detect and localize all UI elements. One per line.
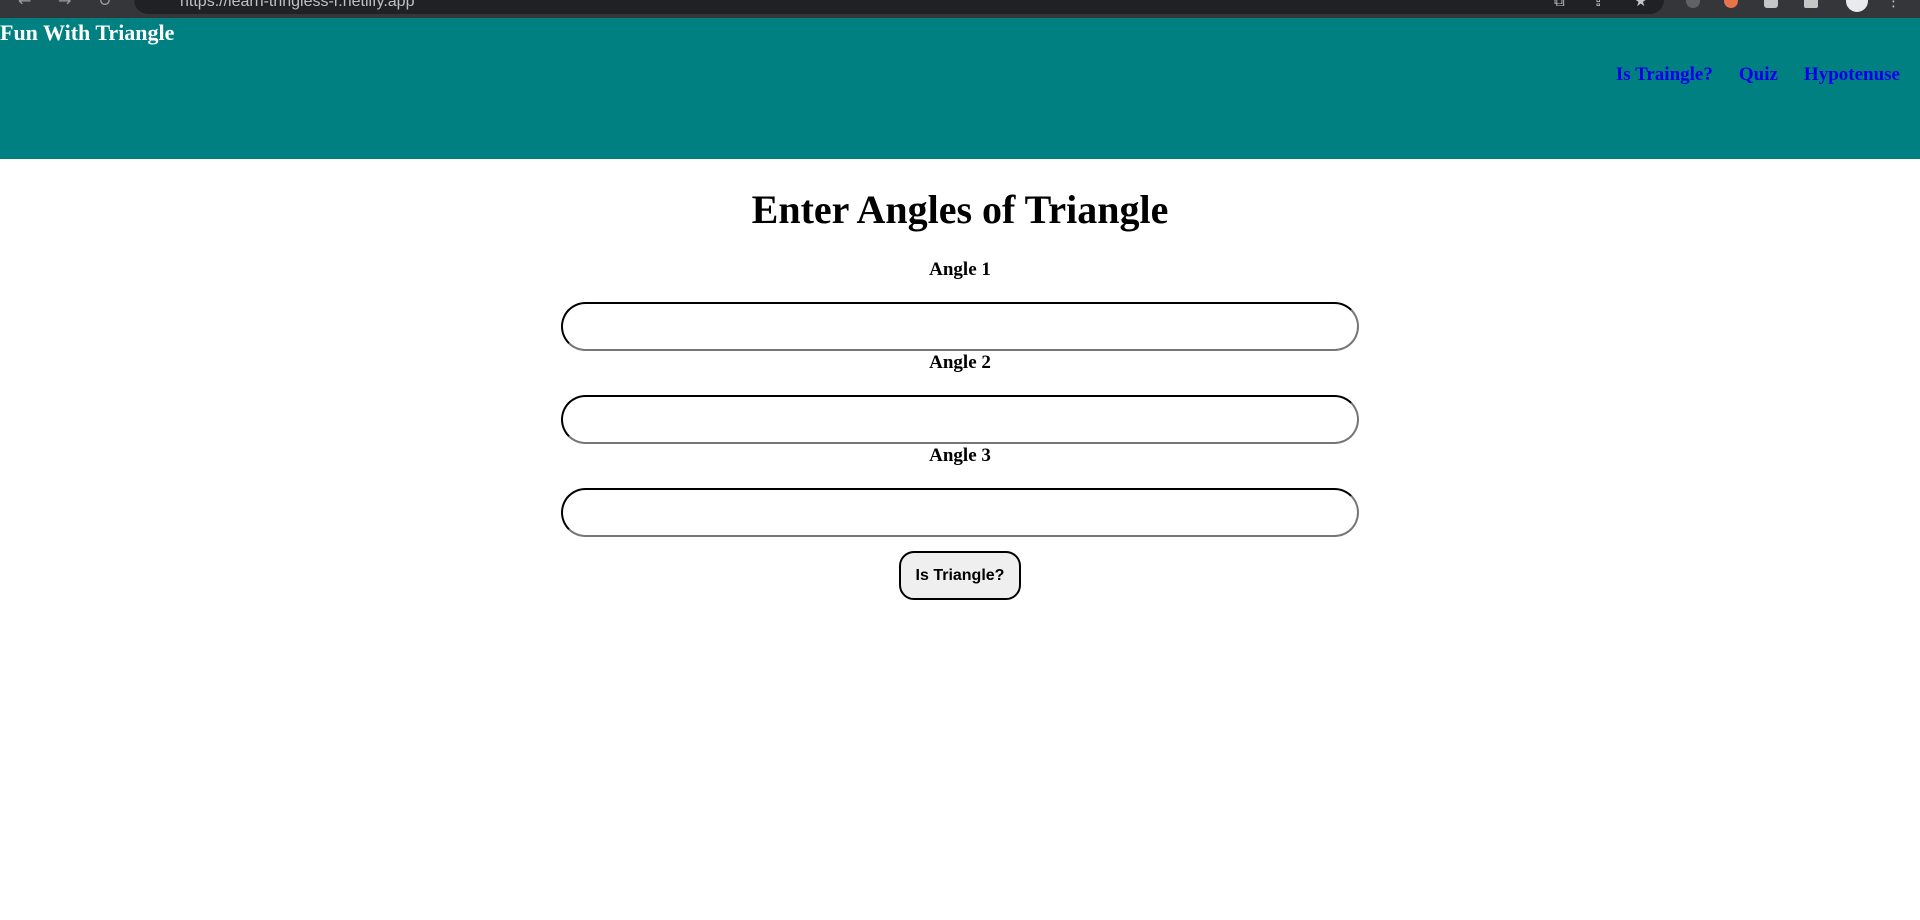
avatar[interactable] (1846, 0, 1868, 12)
angle-3-input[interactable] (561, 488, 1359, 537)
forward-icon[interactable]: → (58, 0, 71, 9)
nav-link-quiz[interactable]: Quiz (1739, 64, 1778, 86)
is-triangle-button[interactable]: Is Triangle? (899, 551, 1021, 600)
angle-1-input[interactable] (561, 302, 1359, 351)
angle-3-label: Angle 3 (929, 445, 991, 466)
angle-1-label: Angle 1 (929, 259, 991, 280)
share-icon[interactable]: ⇪ (1592, 0, 1605, 9)
site-header: Fun With Triangle Is Traingle? Quiz Hypo… (0, 18, 1920, 159)
puzzle-icon[interactable] (1764, 0, 1778, 8)
site-title: Fun With Triangle (0, 20, 175, 45)
back-icon[interactable]: ← (18, 0, 31, 9)
main-nav: Is Traingle? Quiz Hypotenuse (1616, 64, 1900, 86)
bookmark-star-icon[interactable]: ★ (1634, 0, 1647, 9)
nav-link-is-triangle[interactable]: Is Traingle? (1616, 64, 1713, 86)
extension-icon[interactable] (1686, 0, 1700, 8)
sidepanel-icon[interactable] (1804, 0, 1818, 8)
angle-2-label: Angle 2 (929, 352, 991, 373)
browser-toolbar: ← → ↻ https://learn-tringless-r.netlify.… (0, 0, 1920, 18)
nav-link-hypotenuse[interactable]: Hypotenuse (1804, 64, 1900, 86)
translate-icon[interactable]: ⧉ (1554, 0, 1565, 9)
address-bar-url: https://learn-tringless-r.netlify.app (180, 0, 415, 10)
extension-icon[interactable] (1724, 0, 1738, 8)
reload-icon[interactable]: ↻ (98, 0, 111, 9)
menu-icon[interactable]: ⋮ (1886, 0, 1901, 9)
angle-2-input[interactable] (561, 395, 1359, 444)
page-title: Enter Angles of Triangle (751, 187, 1169, 232)
